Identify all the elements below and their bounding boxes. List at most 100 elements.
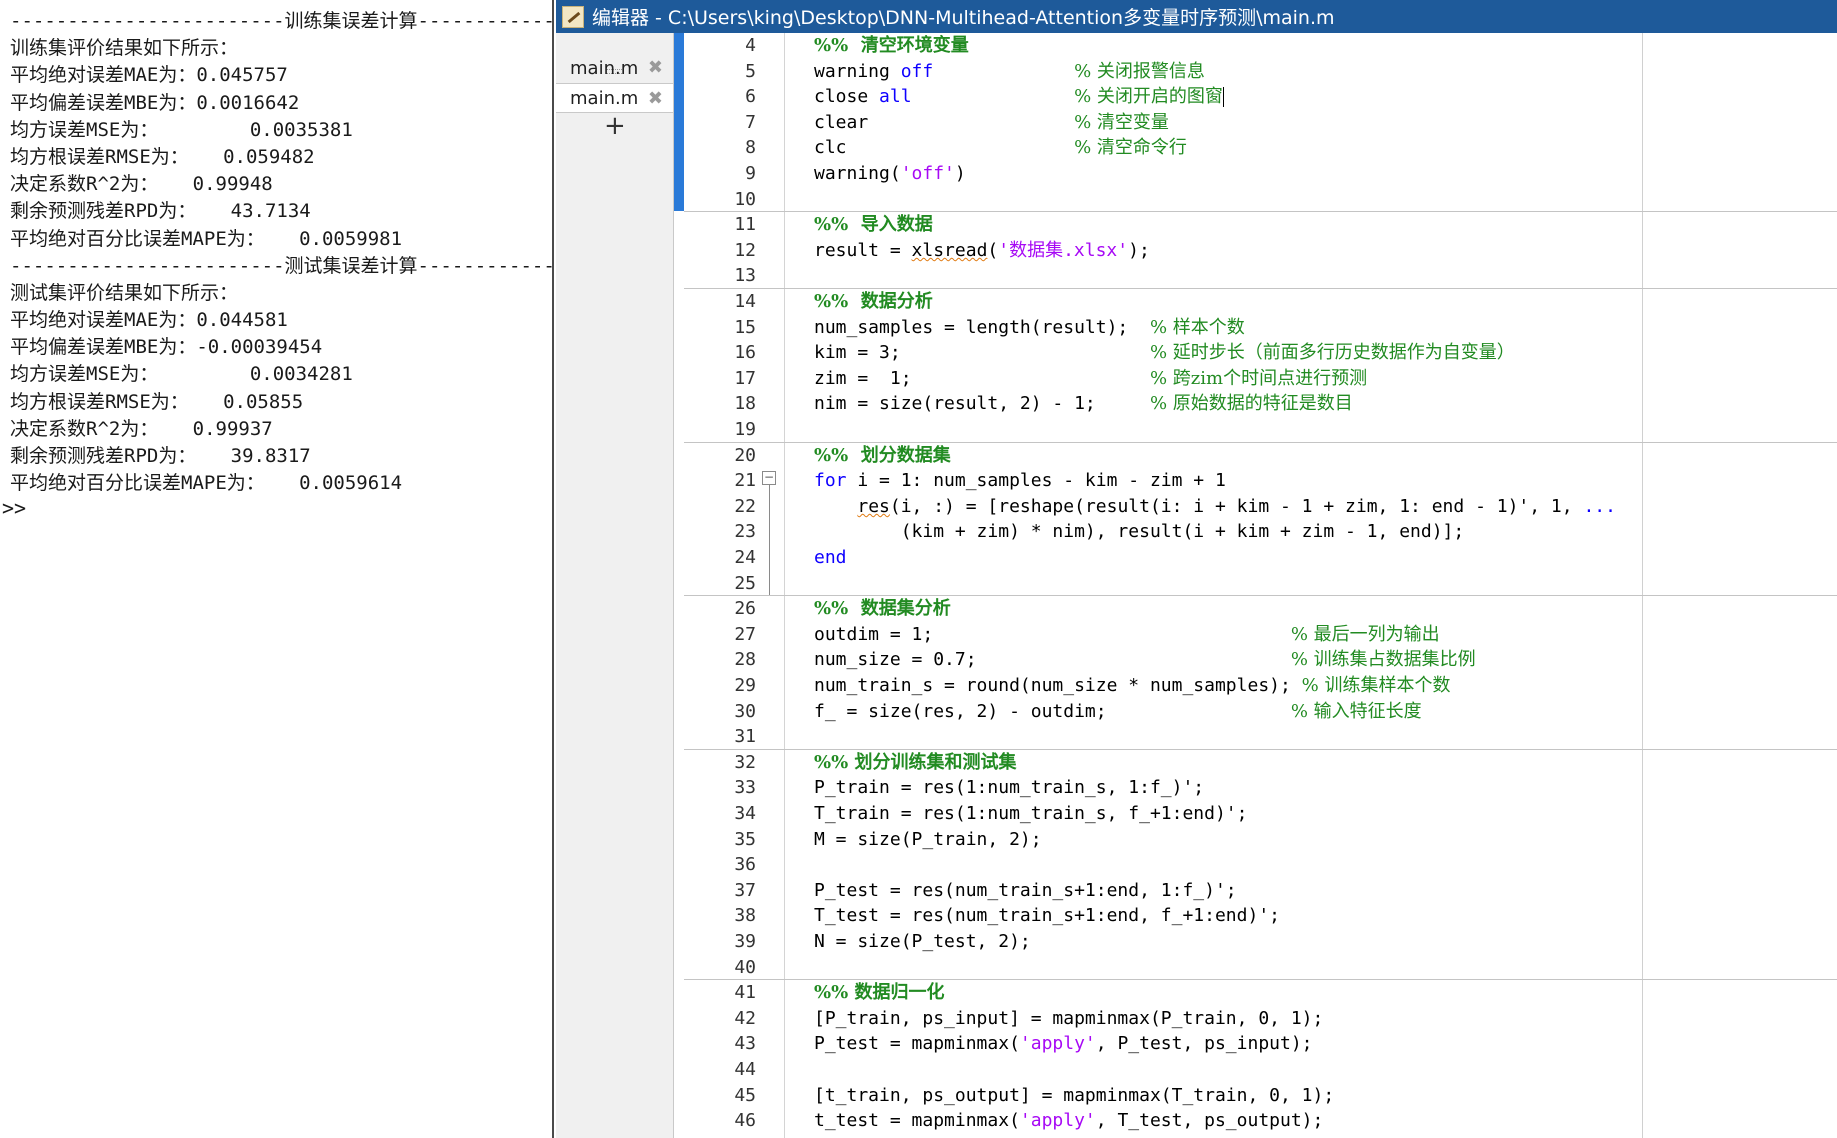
line-number: 23 — [734, 521, 756, 543]
code-token: (kim + zim) * nim), result(i + kim + zim… — [814, 521, 1465, 543]
code-text: end — [814, 545, 847, 571]
code-line[interactable]: 9 warning('off') — [674, 161, 1837, 187]
code-line[interactable]: 8 clc % 清空命令行 — [674, 135, 1837, 161]
command-output-line: 决定系数R^2为： 0.99937 — [10, 417, 273, 440]
code-line[interactable]: 23 (kim + zim) * nim), result(i + kim + … — [674, 519, 1837, 545]
code-line[interactable]: 39 N = size(P_test, 2); — [674, 929, 1837, 955]
code-line[interactable]: 38 T_test = res(num_train_s+1:end, f_+1:e… — [674, 903, 1837, 929]
code-line[interactable]: 13 — [674, 263, 1837, 289]
code-line[interactable]: 28 num_size = 0.7; % 训练集占数据集比例 — [674, 647, 1837, 673]
code-comment: %% 数据归一化 — [814, 982, 945, 1004]
code-line[interactable]: 4 %% 清空环境变量 — [674, 33, 1837, 59]
code-line[interactable]: 44 — [674, 1057, 1837, 1083]
code-editor[interactable]: 4 %% 清空环境变量 5 warning off % 关闭报警信息 6 close al… — [674, 33, 1837, 1138]
code-text: t_test = mapminmax('apply', T_test, ps_o… — [814, 1108, 1323, 1134]
cell-divider — [684, 441, 1837, 443]
editor-window[interactable]: 编辑器 - C:\Users\king\Desktop\DNN-Multihea… — [556, 0, 1837, 1138]
code-line[interactable]: 30 f_ = size(res, 2) - outdim; % 输入特征长度 — [674, 699, 1837, 725]
code-token: warning — [814, 60, 901, 82]
fold-guide — [769, 485, 770, 595]
code-line[interactable]: 41 %% 数据归一化 — [674, 980, 1837, 1006]
code-keyword: ... — [1583, 495, 1616, 517]
code-line[interactable]: 42 [P_train, ps_input] = mapminmax(P_trai… — [674, 1006, 1837, 1032]
line-number: 46 — [734, 1110, 756, 1132]
code-token: ); — [1128, 239, 1150, 261]
line-number: 32 — [734, 751, 756, 773]
command-prompt[interactable]: >> — [2, 496, 26, 520]
code-comment: % 关闭开启的图窗 — [1074, 86, 1223, 108]
code-comment: % 输入特征长度 — [1290, 700, 1422, 722]
line-number: 36 — [734, 854, 756, 876]
code-line[interactable]: 45 [t_train, ps_output] = mapminmax(T_tra… — [674, 1083, 1837, 1109]
code-line[interactable]: 36 — [674, 852, 1837, 878]
code-line[interactable]: 18 nim = size(result, 2) - 1; % 原始数据的特征是数… — [674, 391, 1837, 417]
code-line[interactable]: 15 num_samples = length(result); % 样本个数 — [674, 315, 1837, 341]
fold-toggle-icon[interactable]: − — [762, 471, 776, 485]
code-text: (kim + zim) * nim), result(i + kim + zim… — [814, 519, 1465, 545]
code-line[interactable]: 17 zim = 1; % 跨zim个时间点进行预测 — [674, 366, 1837, 392]
line-number: 4 — [745, 35, 756, 56]
code-line[interactable]: 25 — [674, 571, 1837, 597]
code-line[interactable]: 29 num_train_s = round(num_size * num_sam… — [674, 673, 1837, 699]
code-comment: % 最后一列为输出 — [1290, 623, 1440, 645]
command-output-line: 均方根误差RMSE为： 0.05855 — [10, 390, 304, 413]
code-line[interactable]: 5 warning off % 关闭报警信息 — [674, 59, 1837, 85]
close-icon[interactable]: ✖ — [648, 57, 663, 78]
code-comment: %% 数据集分析 — [814, 598, 951, 620]
command-window[interactable]: ------------------------训练集误差计算---------… — [0, 0, 554, 1138]
code-line[interactable]: 10 — [674, 187, 1837, 213]
code-line[interactable]: 20 %% 划分数据集 — [674, 443, 1837, 469]
line-number: 34 — [734, 803, 756, 824]
code-line[interactable]: 21 for i = 1: num_samples - kim - zim + 1 — [674, 468, 1837, 494]
code-text: warning('off') — [814, 161, 966, 187]
code-line[interactable]: 16 kim = 3; % 延时步长（前面多行历史数据作为自变量） — [674, 340, 1837, 366]
code-line[interactable]: 14 %% 数据分析 — [674, 289, 1837, 315]
code-line[interactable]: 32 %% 划分训练集和测试集 — [674, 750, 1837, 776]
code-line[interactable]: 7 clear % 清空变量 — [674, 110, 1837, 136]
code-token: f_ = size(res, 2) - outdim; — [814, 700, 1291, 722]
code-comment: % 训练集样本个数 — [1301, 675, 1451, 696]
code-text: P_test = mapminmax('apply', P_test, ps_i… — [814, 1031, 1313, 1057]
code-line[interactable]: 19 — [674, 417, 1837, 443]
code-line[interactable]: 33 P_train = res(1:num_train_s, 1:f_)'; — [674, 775, 1837, 801]
code-line[interactable]: 26 %% 数据集分析 — [674, 596, 1837, 622]
code-text: outdim = 1; % 最后一列为输出 — [814, 622, 1440, 648]
code-text: N = size(P_test, 2); — [814, 929, 1031, 955]
code-token: (i, :) = [reshape(result(i: i + kim - 1 … — [889, 495, 1584, 517]
code-line[interactable]: 40 — [674, 955, 1837, 981]
code-line[interactable]: 31 — [674, 724, 1837, 750]
line-number: 16 — [734, 342, 756, 364]
line-number: 31 — [734, 726, 756, 748]
code-comment: %% 清空环境变量 — [814, 35, 969, 56]
code-line[interactable]: 27 outdim = 1; % 最后一列为输出 — [674, 622, 1837, 648]
code-line[interactable]: 35 M = size(P_train, 2); — [674, 827, 1837, 853]
code-line[interactable]: 46 t_test = mapminmax('apply', T_test, ps… — [674, 1108, 1837, 1134]
code-line[interactable]: 34 T_train = res(1:num_train_s, f_+1:end)… — [674, 801, 1837, 827]
code-line[interactable]: 6 close all % 关闭开启的图窗 — [674, 84, 1837, 110]
close-icon[interactable]: ✖ — [648, 88, 663, 109]
line-number: 12 — [734, 239, 756, 261]
add-tab-icon[interactable]: + — [604, 111, 626, 141]
code-token: P_test = res(num_train_s+1:end, 1:f_)'; — [814, 879, 1237, 901]
code-text: T_test = res(num_train_s+1:end, f_+1:end… — [814, 903, 1280, 929]
code-comment: % 训练集占数据集比例 — [1290, 649, 1476, 671]
line-number: 27 — [734, 623, 756, 645]
line-number: 11 — [734, 214, 756, 236]
code-line[interactable]: 11 %% 导入数据 — [674, 212, 1837, 238]
code-line[interactable]: 12 result = xlsread('数据集.xlsx'); — [674, 238, 1837, 264]
code-line[interactable]: 22 res(i, :) = [reshape(result(i: i + ki… — [674, 494, 1837, 520]
code-line[interactable]: 24 end — [674, 545, 1837, 571]
code-line[interactable]: 37 P_test = res(num_train_s+1:end, 1:f_)'… — [674, 878, 1837, 904]
line-number: 35 — [734, 828, 756, 850]
code-comment: % 原始数据的特征是数目 — [1149, 393, 1353, 415]
code-token: outdim = 1; — [814, 623, 1291, 645]
editor-titlebar: 编辑器 - C:\Users\king\Desktop\DNN-Multihea… — [556, 0, 1837, 33]
line-number: 33 — [734, 777, 756, 799]
file-tab-main-active[interactable]: main.m ✖ — [556, 83, 673, 113]
file-tab-main[interactable]: main.m ✖ — [556, 53, 673, 83]
line-number: 7 — [745, 111, 756, 133]
code-line[interactable]: 43 P_test = mapminmax('apply', P_test, ps… — [674, 1031, 1837, 1057]
